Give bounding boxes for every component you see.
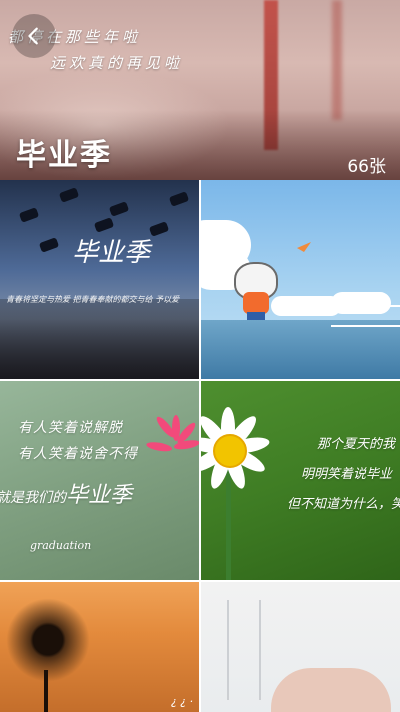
tile4-line2: 明明笑着说毕业: [301, 467, 393, 482]
tile3-line3: 就是我们的毕业季: [0, 477, 132, 509]
tile4-line3: 但不知道为什么，笑着: [287, 497, 400, 512]
photo-count: 66张: [347, 157, 386, 177]
photo-tile-6[interactable]: [201, 582, 400, 712]
tile3-line3-bold: 毕业季: [66, 483, 133, 508]
photo-tile-3[interactable]: 有人笑着说解脱 有人笑着说舍不得 就是我们的毕业季 graduation: [0, 381, 199, 580]
hand-image: [271, 668, 391, 712]
daisy-flower: [201, 381, 271, 501]
tile5-signature: ¿ ¿ ·: [170, 695, 193, 708]
back-arrow-icon: [28, 27, 38, 45]
dandelion-image: [6, 598, 90, 682]
header-script-line2: 远欢真的再见啦: [50, 54, 184, 72]
photo-grid: 毕业季 青春将坚定与热爱 把青春奉献的都交与给 予以爱 有人笑着说解脱 有人笑着…: [0, 180, 400, 712]
tile1-title: 毕业季: [72, 238, 151, 268]
album-header: 都停在那些年啦 远欢真的再见啦 毕业季 66张: [0, 0, 400, 180]
album-title: 毕业季: [16, 138, 112, 173]
tile4-line1: 那个夏天的我: [317, 437, 396, 452]
paper-plane-icon: [297, 242, 311, 252]
tile1-caption: 青春将坚定与热爱 把青春奉献的都交与给 予以爱: [6, 295, 180, 304]
chalk-sketch: [227, 600, 261, 700]
tile3-line2: 有人笑着说舍不得: [18, 446, 138, 462]
photo-tile-4[interactable]: 那个夏天的我 明明笑着说毕业 但不知道为什么，笑着: [201, 381, 400, 580]
tile3-line1: 有人笑着说解脱: [18, 420, 123, 436]
back-button[interactable]: [12, 14, 56, 58]
tile3-line3-prefix: 就是我们的: [0, 490, 66, 506]
tile3-signature: graduation: [30, 539, 92, 552]
photo-tile-1[interactable]: 毕业季 青春将坚定与热爱 把青春奉献的都交与给 予以爱: [0, 180, 199, 379]
photo-tile-5[interactable]: ¿ ¿ ·: [0, 582, 199, 712]
photo-tile-2[interactable]: [201, 180, 400, 379]
